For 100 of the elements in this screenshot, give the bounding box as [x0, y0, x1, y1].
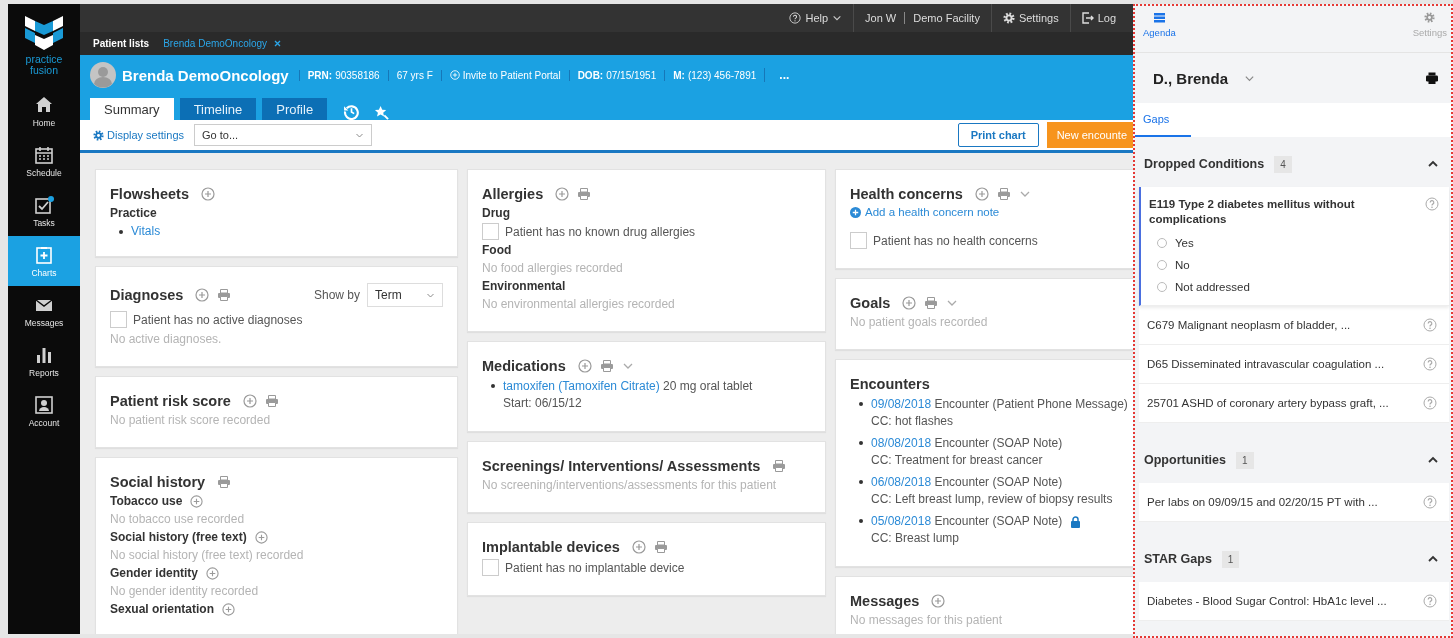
card-title: Implantable devices	[482, 539, 620, 555]
patient-tab[interactable]: Brenda DemoOncology	[163, 38, 282, 49]
count-badge: 4	[1274, 155, 1292, 173]
help-menu[interactable]: Help	[778, 4, 854, 32]
plus-circle-icon	[850, 206, 861, 218]
radio-option[interactable]: Not addressed	[1157, 281, 1439, 293]
flowsheet-link[interactable]: Vitals	[131, 224, 161, 238]
checkbox[interactable]: Patient has no implantable device	[482, 559, 811, 576]
card-title: Diagnoses	[110, 287, 184, 303]
help-icon[interactable]	[1423, 357, 1437, 371]
empty-state-text: No social history (free text) recorded	[110, 548, 305, 562]
nav-item[interactable]: Messages	[8, 286, 80, 336]
add-icon[interactable]	[242, 394, 257, 408]
patient-tab[interactable]: Patient lists	[93, 38, 150, 49]
nav-item[interactable]: Account	[8, 386, 80, 436]
lock-icon	[1070, 515, 1082, 528]
nav-item[interactable]: Reports	[8, 336, 80, 386]
plus-circle-icon	[449, 70, 460, 80]
panel-tab[interactable]: Gaps	[1135, 103, 1191, 137]
person-icon	[34, 394, 54, 415]
add-icon[interactable]	[577, 359, 592, 373]
bullet	[859, 441, 863, 445]
encounter-date-link[interactable]: 06/08/2018	[871, 475, 932, 489]
gap-item[interactable]: C679 Malignant neoplasm of bladder, ...	[1139, 306, 1449, 345]
star-icon[interactable]	[374, 105, 390, 120]
help-icon[interactable]	[1423, 318, 1437, 332]
empty-state-text: No gender identity recorded	[110, 584, 260, 598]
help-icon[interactable]	[1425, 197, 1439, 211]
section-header[interactable]: Opportunities 1	[1135, 437, 1451, 483]
nav-item[interactable]: Schedule	[8, 136, 80, 186]
encounter-date-link[interactable]: 05/08/2018	[871, 514, 932, 528]
add-icon[interactable]	[931, 594, 946, 608]
help-icon[interactable]	[1423, 396, 1437, 410]
patient-detail: DOB: 07/15/1951	[568, 69, 665, 81]
card-title: Flowsheets	[110, 186, 189, 202]
bullet	[859, 402, 863, 406]
add-icon[interactable]	[222, 602, 236, 616]
gap-item[interactable]: Per labs on 09/09/15 and 02/20/15 PT with ...	[1139, 483, 1449, 522]
patient-select[interactable]: D., Brenda	[1153, 69, 1255, 87]
add-icon[interactable]	[902, 296, 917, 310]
add-icon[interactable]	[631, 540, 646, 554]
add-icon[interactable]	[190, 494, 204, 508]
gap-item[interactable]: D65 Disseminated intravascular coagulation ...	[1139, 345, 1449, 384]
bullet	[859, 519, 863, 523]
add-icon[interactable]	[254, 530, 268, 544]
close-icon[interactable]	[274, 40, 282, 47]
card-title: Social history	[110, 474, 206, 490]
clipboard-icon	[34, 244, 54, 265]
chart-tab[interactable]: Summary	[90, 98, 174, 120]
card-title: Screenings/ Interventions/ Assessments	[482, 458, 761, 474]
nav-item[interactable]: Tasks	[8, 186, 80, 236]
settings-icon	[1424, 12, 1436, 23]
panel-nav-item[interactable]: Agenda	[1143, 12, 1176, 52]
add-icon[interactable]	[195, 288, 210, 302]
chart-tab[interactable]: Profile	[262, 98, 328, 120]
help-icon[interactable]	[1423, 594, 1437, 608]
help-icon[interactable]	[1423, 495, 1437, 509]
empty-state-text: No food allergies recorded	[482, 261, 624, 275]
settings-icon	[1002, 12, 1015, 24]
avatar-icon	[90, 62, 116, 88]
checkbox-icon	[34, 194, 54, 215]
chief-complaint: CC: Treatment for breast cancer	[871, 453, 1044, 467]
print-chart-button[interactable]: Print chart	[957, 123, 1039, 147]
add-icon[interactable]	[206, 566, 219, 580]
card-title: Encounters	[850, 376, 930, 392]
subheading: Practice	[110, 206, 157, 220]
chart-tab[interactable]: Timeline	[179, 98, 257, 120]
section-header[interactable]: STAR Gaps 1	[1135, 536, 1451, 582]
empty-state-text: No active diagnoses.	[110, 332, 223, 346]
add-icon[interactable]	[974, 187, 989, 201]
checkbox[interactable]: Patient has no active diagnoses	[110, 311, 443, 328]
subheading: Social history (free text)	[110, 530, 247, 544]
checkbox[interactable]: Patient has no health concerns	[850, 232, 1133, 249]
history-icon[interactable]	[343, 103, 361, 120]
checkbox[interactable]: Patient has no known drug allergies	[482, 223, 811, 240]
radio-option[interactable]: No	[1157, 259, 1439, 271]
medication-link[interactable]: tamoxifen (Tamoxifen Citrate)	[503, 379, 660, 393]
card-title: Patient risk score	[110, 393, 231, 409]
radio-option[interactable]: Yes	[1157, 237, 1439, 249]
add-icon[interactable]	[200, 187, 215, 201]
add-icon[interactable]	[555, 187, 570, 201]
display-settings-link[interactable]: Display settings	[93, 129, 185, 141]
encounter-text: 09/08/2018 Encounter (Patient Phone Message)	[871, 396, 1128, 413]
gap-item[interactable]: Diabetes - Blood Sugar Control: HbA1c level ...	[1139, 582, 1449, 621]
goto-select[interactable]: Go to...	[194, 124, 373, 146]
sort-select[interactable]: Term	[367, 283, 443, 307]
encounter-text: 05/08/2018 Encounter (SOAP Note)	[871, 513, 1063, 530]
subheading: Sexual orientation	[110, 602, 215, 616]
card-title: Medications	[482, 358, 566, 374]
encounter-date-link[interactable]: 09/08/2018	[871, 397, 932, 411]
print-icon[interactable]	[1425, 71, 1439, 85]
encounter-date-link[interactable]: 08/08/2018	[871, 436, 932, 450]
section-header[interactable]: Dropped Conditions 4	[1135, 141, 1451, 187]
empty-state-text: No patient risk score recorded	[110, 413, 272, 427]
show-by-label: Show by	[313, 288, 360, 302]
patient-detail: M: (123) 456-7891	[664, 69, 765, 81]
gap-item[interactable]: 25701 ASHD of coronary artery bypass graft, ...	[1139, 384, 1449, 423]
nav-item[interactable]: Home	[8, 86, 80, 136]
add-note-link[interactable]: Add a health concern note	[850, 206, 1133, 218]
home-icon	[34, 94, 54, 115]
